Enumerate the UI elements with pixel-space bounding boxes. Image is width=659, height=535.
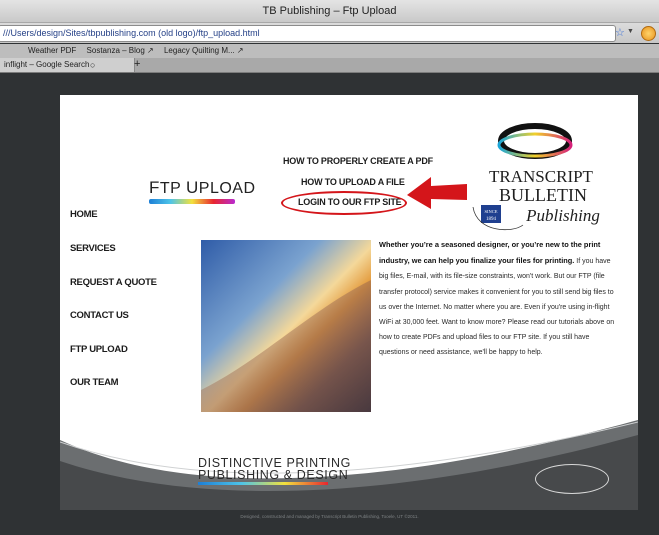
extension-icon[interactable]	[641, 26, 656, 41]
copyright-text: Designed, constructed and managed by Tra…	[240, 514, 419, 519]
title-text: TP	[159, 180, 186, 197]
bookmark-item[interactable]: Legacy Quilting M... ↗	[164, 46, 244, 55]
logo-since: SINCE	[484, 209, 497, 214]
red-arrow-icon	[407, 177, 467, 209]
logo-line2: BULLETIN	[499, 185, 587, 205]
logo-script: Publishing	[525, 206, 600, 225]
logo-year: 1894	[486, 217, 497, 222]
nav-home[interactable]: HOME	[70, 209, 98, 220]
tab-strip: inflight – Google Search ○ +	[0, 58, 659, 73]
body-copy: Whether you’re a seasoned designer, or y…	[379, 237, 615, 361]
nav-request-quote[interactable]: REQUEST A QUOTE	[70, 277, 157, 288]
tab-active[interactable]: inflight – Google Search ○	[0, 58, 135, 72]
bookmarks-bar: Weather PDF Sostanza – Blog ↗ Legacy Qui…	[0, 44, 659, 58]
red-circle-highlight	[281, 191, 407, 215]
title-letter: F	[149, 178, 160, 197]
title-text: PLOAD	[198, 180, 256, 197]
tagline-line2: PUBLISHING & DESIGN	[198, 468, 349, 482]
tab-label: inflight – Google Search	[4, 60, 90, 69]
bookmark-item[interactable]: Sostanza – Blog ↗	[87, 46, 154, 55]
link-upload-file[interactable]: HOW TO UPLOAD A FILE	[301, 177, 405, 187]
footer-swoosh	[60, 420, 638, 510]
tab-close-icon[interactable]: ○	[90, 58, 95, 72]
new-tab-icon[interactable]: +	[134, 58, 140, 71]
address-bar[interactable]: ///Users/design/Sites/tbpublishing.com (…	[0, 25, 616, 42]
footer-tagline: DISTINCTIVE PRINTING PUBLISHING & DESIGN	[198, 457, 351, 482]
bookmark-star-icon[interactable]: ☆	[615, 26, 625, 39]
oval-highlight	[535, 464, 609, 494]
page-title: FTP UPLOAD	[149, 178, 256, 198]
company-logo[interactable]: TRANSCRIPT BULLETIN SINCE 1894 Publishin…	[463, 115, 623, 245]
nav-our-team[interactable]: OUR TEAM	[70, 377, 119, 388]
link-create-pdf[interactable]: HOW TO PROPERLY CREATE A PDF	[283, 156, 433, 166]
nav-ftp-upload[interactable]: FTP UPLOAD	[70, 344, 128, 355]
tagline-rainbow-bar	[198, 482, 328, 485]
body-lead: Whether you’re a seasoned designer, or y…	[379, 240, 601, 266]
logo-line1: TRANSCRIPT	[489, 167, 594, 186]
dropdown-icon[interactable]: ▼	[627, 28, 634, 35]
window-title: TB Publishing – Ftp Upload	[0, 0, 659, 23]
nav-contact[interactable]: CONTACT US	[70, 310, 129, 321]
title-letter: U	[186, 178, 199, 197]
body-rest: If you have big files, E-mail, with its …	[379, 258, 615, 357]
nav-services[interactable]: SERVICES	[70, 243, 116, 254]
title-rainbow-bar	[149, 199, 235, 204]
navigation-bar: ///Users/design/Sites/tbpublishing.com (…	[0, 23, 659, 43]
web-page: HOW TO PROPERLY CREATE A PDF HOW TO UPLO…	[60, 95, 638, 510]
sky-photo	[201, 240, 371, 412]
bookmark-item[interactable]: Weather PDF	[28, 46, 76, 55]
